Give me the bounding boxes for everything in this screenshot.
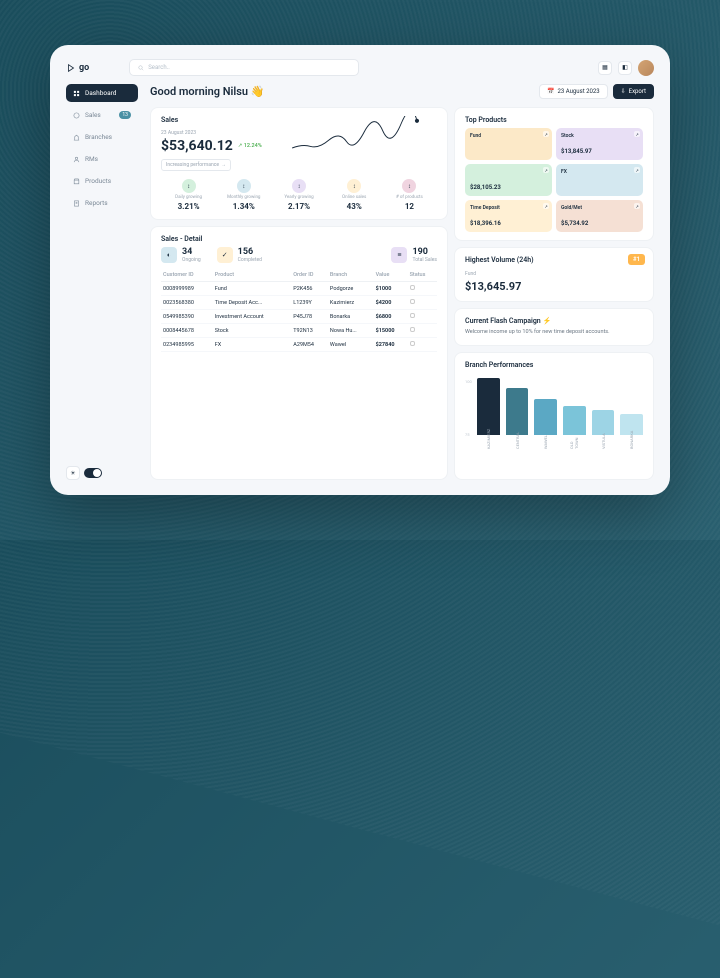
- col-header: Customer ID: [161, 269, 213, 282]
- table-row[interactable]: 0023568380Time Deposit Acc...L1239YKazim…: [161, 296, 437, 310]
- metric-yearly: ↕Yearly growing2.17%: [271, 179, 326, 211]
- greeting: Good morning Nilsu 👋: [150, 85, 264, 98]
- product-box[interactable]: Time Deposit↗$18,396.16: [465, 200, 552, 232]
- campaign-card: Current Flash Campaign ⚡ Welcome income …: [454, 308, 654, 346]
- sales-table: Customer IDProductOrder IDBranchValueSta…: [161, 269, 437, 352]
- stat-total: ≡190Total Sales: [391, 247, 437, 263]
- nav-branches[interactable]: Branches: [66, 128, 138, 146]
- col-header: Branch: [328, 269, 374, 282]
- perf-badge: Increasing performance →: [161, 159, 231, 171]
- branch-bar: BONARKA: [620, 414, 643, 448]
- dashboard-icon: [73, 90, 80, 97]
- stat-ongoing: ◐34Ongoing: [161, 247, 201, 263]
- table-row[interactable]: 0008445678StockT92N13Nowa Hu...$15000: [161, 324, 437, 338]
- sales-date: 23 August 2023: [161, 130, 262, 136]
- metric-daily: ↕Daily growing3.21%: [161, 179, 216, 211]
- search-icon: [138, 65, 144, 71]
- sales-title: Sales: [161, 116, 262, 124]
- sales-total: $53,640.12↗ 12.24%: [161, 138, 262, 154]
- rms-icon: [73, 156, 80, 163]
- product-box[interactable]: Fund↗: [465, 128, 552, 160]
- product-box[interactable]: Gold/Met↗$5,734.92: [556, 200, 643, 232]
- date-button[interactable]: 📅 23 August 2023: [539, 84, 608, 99]
- col-header: Value: [374, 269, 408, 282]
- grid-icon-button[interactable]: ▦: [598, 61, 612, 75]
- sales-pct: ↗ 12.24%: [238, 143, 262, 149]
- branch-perf-card: Branch Performances 10075 KAZIMIERZCENTR…: [454, 352, 654, 480]
- nav-dashboard[interactable]: Dashboard: [66, 84, 138, 102]
- metric-online: ↕Online sales43%: [327, 179, 382, 211]
- rank-badge: #1: [628, 254, 645, 265]
- branch-bar: VISTULA: [592, 410, 615, 448]
- theme-toggle[interactable]: [84, 468, 102, 478]
- products-icon: [73, 178, 80, 185]
- theme-light-button[interactable]: ☀: [66, 466, 80, 480]
- col-header: Status: [408, 269, 437, 282]
- logo: go: [66, 63, 89, 73]
- nav-products[interactable]: Products: [66, 172, 138, 190]
- search-input[interactable]: Search..: [129, 59, 359, 76]
- table-row[interactable]: 0234985995FXA29M54Wawel$27840: [161, 338, 437, 352]
- product-box[interactable]: Stock↗$13,845.97: [556, 128, 643, 160]
- product-box[interactable]: ↗$28,105.23: [465, 164, 552, 196]
- avatar[interactable]: [638, 60, 654, 76]
- stat-completed: ✓156Completed: [217, 247, 262, 263]
- nav-reports[interactable]: Reports: [66, 194, 138, 212]
- metric-monthly: ↕Monthly growing1.34%: [216, 179, 271, 211]
- nav-rms[interactable]: RMs: [66, 150, 138, 168]
- branch-bar: CENTRAL: [506, 388, 529, 448]
- branch-bar: KAZIMIERZ: [477, 378, 500, 449]
- notifications-button[interactable]: ◧: [618, 61, 632, 75]
- col-header: Product: [213, 269, 292, 282]
- sales-badge: 13: [119, 111, 131, 119]
- table-row[interactable]: 0549985390Investment AccountP45J78Bonark…: [161, 310, 437, 324]
- branches-icon: [73, 134, 80, 141]
- nav-sales[interactable]: Sales 13: [66, 106, 138, 124]
- branch-bar: WAWEL: [534, 399, 557, 449]
- export-button[interactable]: ⇩ Export: [613, 84, 654, 99]
- metric-products: ↕# of products12: [382, 179, 437, 211]
- sales-detail-card: Sales - Detail ◐34Ongoing ✓156Completed …: [150, 226, 448, 480]
- table-row[interactable]: 0008999989FundP2K456Podgorze$1000: [161, 282, 437, 296]
- branch-bar: OLD TOWN: [563, 406, 586, 449]
- highest-volume-card: Highest Volume (24h) #1 Fund $13,645.97: [454, 247, 654, 302]
- sales-card: Sales 23 August 2023 $53,640.12↗ 12.24% …: [150, 107, 448, 220]
- top-products-card: Top Products Fund↗Stock↗$13,845.97↗$28,1…: [454, 107, 654, 241]
- reports-icon: [73, 200, 80, 207]
- product-box[interactable]: FX↗: [556, 164, 643, 196]
- sales-icon: [73, 112, 80, 119]
- col-header: Order ID: [291, 269, 328, 282]
- sales-sparkline: [272, 116, 437, 156]
